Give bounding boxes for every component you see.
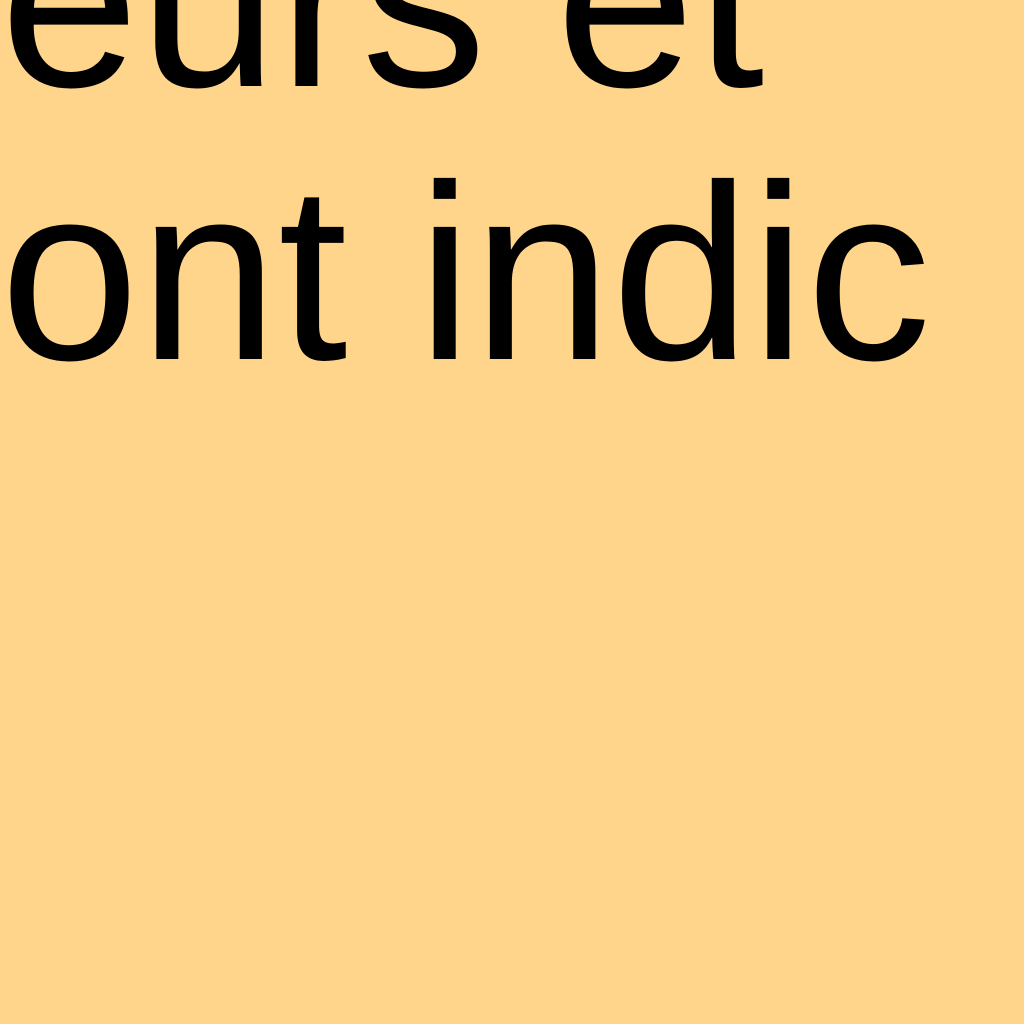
text-line-1: eurs et <box>0 0 764 125</box>
text-line-2: ont indic <box>0 133 932 412</box>
